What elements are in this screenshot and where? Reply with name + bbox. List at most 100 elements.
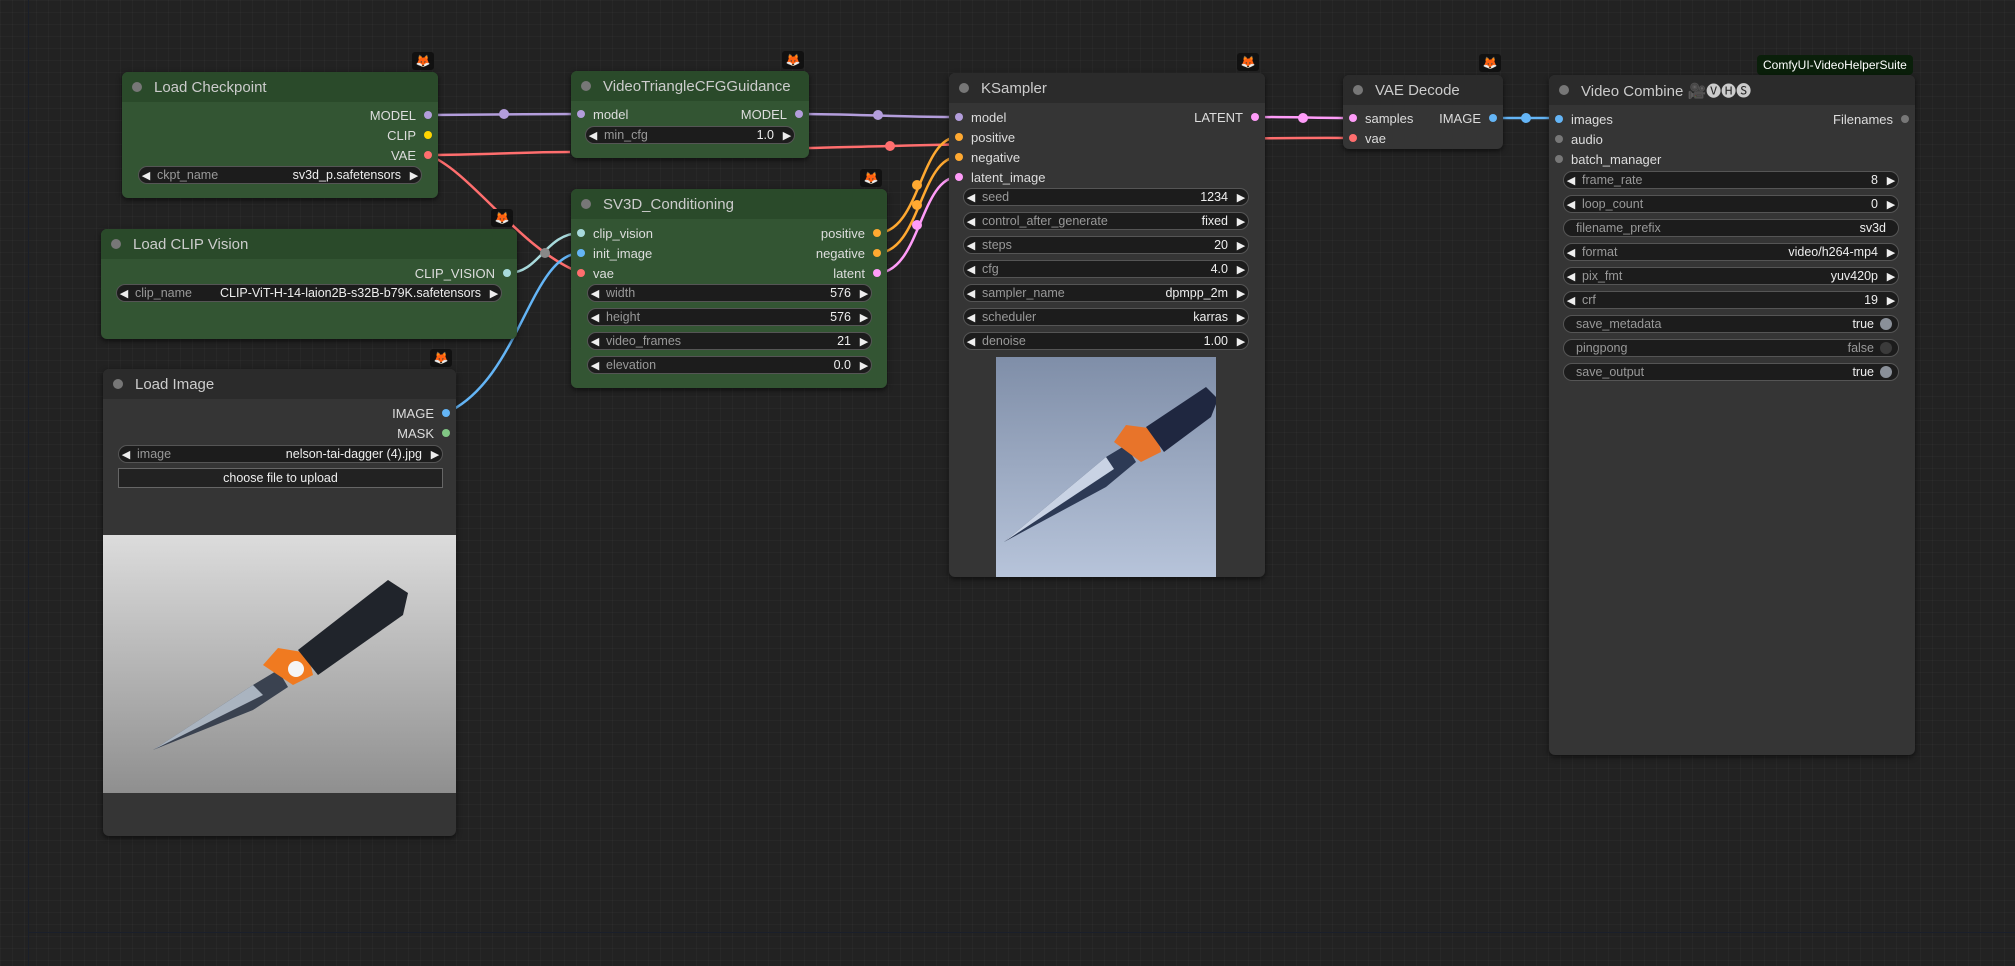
widget-filename-prefix[interactable]: filename_prefix sv3d [1563,219,1899,237]
slot-dot[interactable] [1555,155,1563,163]
toggle-save-metadata[interactable]: save_metadata true [1563,315,1899,333]
arrow-left-icon[interactable]: ◀ [117,287,131,300]
widget-cfg[interactable]: ◀ cfg 4.0 ▶ [963,260,1249,278]
slot-dot[interactable] [442,409,450,417]
slot-dot[interactable] [873,269,881,277]
node-title[interactable]: Video Combine 🎥🅥🅗🅢 [1549,75,1915,105]
arrow-left-icon[interactable]: ◀ [1564,246,1578,259]
arrow-left-icon[interactable]: ◀ [964,239,978,252]
input-audio[interactable]: audio [1555,130,1603,148]
widget-scheduler[interactable]: ◀ scheduler karras ▶ [963,308,1249,326]
arrow-right-icon[interactable]: ▶ [1234,191,1248,204]
arrow-left-icon[interactable]: ◀ [588,335,602,348]
output-mask[interactable]: MASK [397,424,450,442]
collapse-dot[interactable] [959,83,969,93]
input-negative[interactable]: negative [955,148,1020,166]
arrow-right-icon[interactable]: ▶ [428,448,442,461]
widget-image[interactable]: ◀ image nelson-tai-dagger (4).jpg ▶ [118,445,443,463]
node-title[interactable]: Load CLIP Vision [101,229,517,259]
node-ksampler[interactable]: KSampler model positive negative latent_… [949,73,1265,577]
slot-dot[interactable] [955,133,963,141]
arrow-right-icon[interactable]: ▶ [1234,263,1248,276]
arrow-right-icon[interactable]: ▶ [1884,294,1898,307]
arrow-left-icon[interactable]: ◀ [964,335,978,348]
slot-dot[interactable] [577,249,585,257]
arrow-right-icon[interactable]: ▶ [1234,215,1248,228]
slot-dot[interactable] [503,269,511,277]
output-latent[interactable]: LATENT [1194,108,1259,126]
input-model[interactable]: model [955,108,1006,126]
node-title[interactable]: KSampler [949,73,1265,103]
slot-dot[interactable] [424,111,432,119]
node-sv3d-conditioning[interactable]: SV3D_Conditioning clip_vision init_image… [571,189,887,388]
arrow-left-icon[interactable]: ◀ [139,169,153,182]
slot-dot[interactable] [955,173,963,181]
input-latent-image[interactable]: latent_image [955,168,1045,186]
input-vae[interactable]: vae [577,264,614,282]
input-batch-manager[interactable]: batch_manager [1555,150,1661,168]
slot-dot[interactable] [1349,114,1357,122]
widget-video-frames[interactable]: ◀ video_frames 21 ▶ [587,332,872,350]
input-model[interactable]: model [577,105,628,123]
arrow-right-icon[interactable]: ▶ [1234,335,1248,348]
widget-denoise[interactable]: ◀ denoise 1.00 ▶ [963,332,1249,350]
widget-ckpt-name[interactable]: ◀ ckpt_name sv3d_p.safetensors ▶ [138,166,422,184]
collapse-dot[interactable] [581,81,591,91]
collapse-dot[interactable] [1559,85,1569,95]
slot-dot[interactable] [577,269,585,277]
input-vae[interactable]: vae [1349,129,1386,147]
arrow-right-icon[interactable]: ▶ [407,169,421,182]
widget-min-cfg[interactable]: ◀ min_cfg 1.0 ▶ [585,126,795,144]
slot-dot[interactable] [442,429,450,437]
node-vae-decode[interactable]: VAE Decode samples vae IMAGE [1343,75,1503,149]
slot-dot[interactable] [955,113,963,121]
widget-crf[interactable]: ◀ crf 19 ▶ [1563,291,1899,309]
arrow-right-icon[interactable]: ▶ [1884,198,1898,211]
input-positive[interactable]: positive [955,128,1015,146]
slot-dot[interactable] [1901,115,1909,123]
arrow-left-icon[interactable]: ◀ [964,311,978,324]
slot-dot[interactable] [873,249,881,257]
arrow-right-icon[interactable]: ▶ [857,359,871,372]
arrow-right-icon[interactable]: ▶ [1234,287,1248,300]
output-clip-vision[interactable]: CLIP_VISION [415,264,511,282]
output-filenames[interactable]: Filenames [1833,110,1909,128]
node-load-image[interactable]: Load Image IMAGE MASK ◀ image nelson-tai… [103,369,456,836]
node-title[interactable]: VideoTriangleCFGGuidance [571,71,809,101]
arrow-right-icon[interactable]: ▶ [857,311,871,324]
arrow-left-icon[interactable]: ◀ [1564,198,1578,211]
collapse-dot[interactable] [1353,85,1363,95]
node-video-combine[interactable]: Video Combine 🎥🅥🅗🅢 images audio batch_ma… [1549,75,1915,755]
arrow-right-icon[interactable]: ▶ [780,129,794,142]
node-title[interactable]: VAE Decode [1343,75,1503,105]
arrow-left-icon[interactable]: ◀ [1564,294,1578,307]
slot-dot[interactable] [1349,134,1357,142]
arrow-left-icon[interactable]: ◀ [586,129,600,142]
arrow-right-icon[interactable]: ▶ [857,287,871,300]
output-positive[interactable]: positive [821,224,881,242]
arrow-left-icon[interactable]: ◀ [588,359,602,372]
widget-sampler-name[interactable]: ◀ sampler_name dpmpp_2m ▶ [963,284,1249,302]
arrow-left-icon[interactable]: ◀ [1564,174,1578,187]
output-negative[interactable]: negative [816,244,881,262]
slot-dot[interactable] [1489,114,1497,122]
collapse-dot[interactable] [132,82,142,92]
slot-dot[interactable] [424,151,432,159]
toggle-knob[interactable] [1880,366,1892,378]
node-title[interactable]: Load Image [103,369,456,399]
toggle-knob[interactable] [1880,318,1892,330]
slot-dot[interactable] [873,229,881,237]
node-load-checkpoint[interactable]: Load Checkpoint MODEL CLIP VAE ◀ ckpt_na… [122,72,438,198]
node-title[interactable]: Load Checkpoint [122,72,438,102]
output-image[interactable]: IMAGE [1439,109,1497,127]
output-model[interactable]: MODEL [370,106,432,124]
arrow-left-icon[interactable]: ◀ [588,311,602,324]
widget-frame-rate[interactable]: ◀ frame_rate 8 ▶ [1563,171,1899,189]
widget-elevation[interactable]: ◀ elevation 0.0 ▶ [587,356,872,374]
arrow-left-icon[interactable]: ◀ [964,287,978,300]
arrow-right-icon[interactable]: ▶ [1234,239,1248,252]
node-load-clip-vision[interactable]: Load CLIP Vision CLIP_VISION ◀ clip_name… [101,229,517,339]
arrow-right-icon[interactable]: ▶ [857,335,871,348]
arrow-left-icon[interactable]: ◀ [1564,270,1578,283]
toggle-pingpong[interactable]: pingpong false [1563,339,1899,357]
